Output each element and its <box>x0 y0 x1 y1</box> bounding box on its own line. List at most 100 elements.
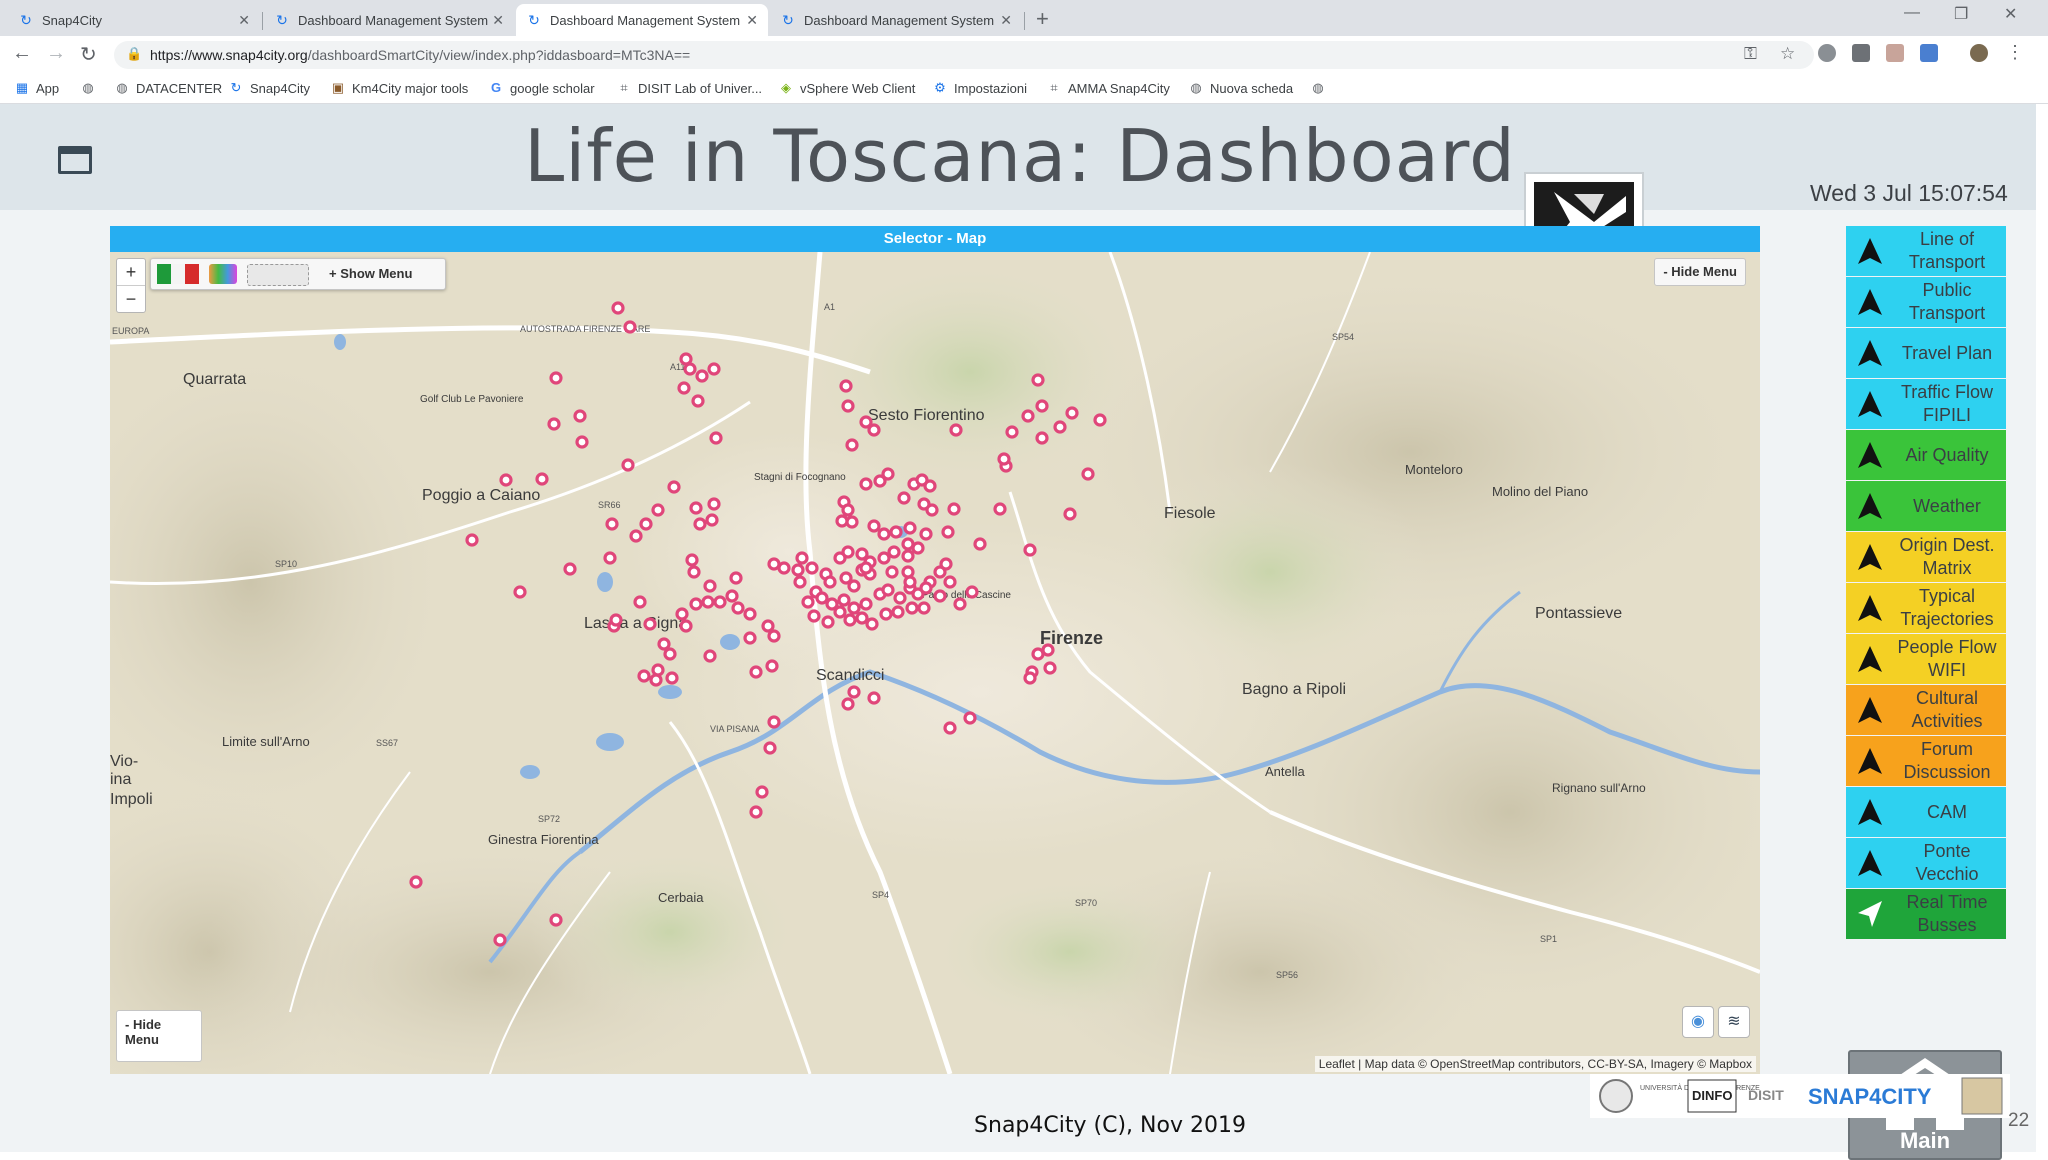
poi-marker[interactable] <box>499 473 513 487</box>
poi-marker[interactable] <box>877 527 891 541</box>
reload-icon[interactable]: ↻ <box>80 42 97 67</box>
bookmark-vsphere[interactable]: ◈ vSphere Web Client <box>778 80 915 96</box>
menu-toggle-icon[interactable] <box>58 146 92 174</box>
poi-marker[interactable] <box>881 583 895 597</box>
poi-marker[interactable] <box>885 565 899 579</box>
poi-marker[interactable] <box>887 545 901 559</box>
poi-marker[interactable] <box>903 521 917 535</box>
tab-snap4city[interactable]: ↻ Snap4City ✕ <box>8 4 260 36</box>
poi-marker[interactable] <box>409 875 423 889</box>
poi-marker[interactable] <box>1021 409 1035 423</box>
extension-g-icon[interactable] <box>1852 44 1870 62</box>
poi-marker[interactable] <box>993 502 1007 516</box>
poi-marker[interactable] <box>703 579 717 593</box>
italian-flag-icon[interactable] <box>157 264 199 284</box>
poi-marker[interactable] <box>911 541 925 555</box>
bookmark-globe-2[interactable]: ◍ <box>1310 80 1332 96</box>
poi-marker[interactable] <box>997 452 1011 466</box>
poi-marker[interactable] <box>703 649 717 663</box>
new-tab-button[interactable]: + <box>1036 6 1049 32</box>
poi-marker[interactable] <box>841 503 855 517</box>
hide-menu-left-button[interactable]: - Hide Menu <box>116 1010 202 1062</box>
poi-marker[interactable] <box>1005 425 1019 439</box>
poi-marker[interactable] <box>651 503 665 517</box>
poi-marker[interactable] <box>621 458 635 472</box>
poi-marker[interactable] <box>917 601 931 615</box>
poi-marker[interactable] <box>547 417 561 431</box>
poi-marker[interactable] <box>1065 406 1079 420</box>
poi-marker[interactable] <box>867 423 881 437</box>
tab-close-icon[interactable]: ✕ <box>492 12 504 29</box>
tab-close-icon[interactable]: ✕ <box>1000 12 1012 29</box>
poi-marker[interactable] <box>465 533 479 547</box>
bookmark-nuova-scheda[interactable]: ◍ Nuova scheda <box>1188 80 1293 96</box>
locate-icon[interactable]: ◉ <box>1682 1006 1714 1038</box>
poi-marker[interactable] <box>651 663 665 677</box>
poi-marker[interactable] <box>1023 671 1037 685</box>
map-attribution[interactable]: Leaflet | Map data © OpenStreetMap contr… <box>1314 1056 1756 1072</box>
poi-marker[interactable] <box>603 551 617 565</box>
poi-marker[interactable] <box>665 671 679 685</box>
poi-marker[interactable] <box>933 589 947 603</box>
poi-marker[interactable] <box>821 615 835 629</box>
extension-shield-icon[interactable] <box>1920 44 1938 62</box>
poi-marker[interactable] <box>953 597 967 611</box>
poi-marker[interactable] <box>767 715 781 729</box>
poi-marker[interactable] <box>731 601 745 615</box>
poi-marker[interactable] <box>1023 543 1037 557</box>
address-bar[interactable]: 🔒 https://www.snap4city.org/dashboardSma… <box>114 41 1814 69</box>
poi-marker[interactable] <box>881 467 895 481</box>
poi-marker[interactable] <box>609 613 623 627</box>
bookmark-apps[interactable]: ▦ App <box>14 80 59 96</box>
extension-pdf-icon[interactable] <box>1886 44 1904 62</box>
poi-marker[interactable] <box>845 438 859 452</box>
poi-marker[interactable] <box>847 579 861 593</box>
map-tiles[interactable]: A1 A11 SR66 SP10 SS67 SP72 SP4 SP70 SP54… <box>110 252 1760 1074</box>
poi-marker[interactable] <box>729 571 743 585</box>
poi-marker[interactable] <box>749 665 763 679</box>
poi-marker[interactable] <box>1041 643 1055 657</box>
poi-marker[interactable] <box>693 517 707 531</box>
poi-marker[interactable] <box>1035 431 1049 445</box>
poi-marker[interactable] <box>1081 467 1095 481</box>
bookmark-datacenter[interactable]: ◍ DATACENTER <box>114 80 222 96</box>
poi-marker[interactable] <box>949 423 963 437</box>
show-menu-button[interactable]: + Show Menu <box>329 266 412 281</box>
poi-marker[interactable] <box>767 629 781 643</box>
poi-marker[interactable] <box>623 320 637 334</box>
poi-marker[interactable] <box>761 619 775 633</box>
poi-marker[interactable] <box>973 537 987 551</box>
menu-typical-trajectories[interactable]: Typical Trajectories <box>1846 583 2006 633</box>
menu-traffic-flow-fipili[interactable]: Traffic Flow FIPILI <box>1846 379 2006 429</box>
bookmark-amma[interactable]: ⌗ AMMA Snap4City <box>1046 80 1170 96</box>
zoom-out-button[interactable]: − <box>117 286 145 312</box>
poi-marker[interactable] <box>859 477 873 491</box>
poi-marker[interactable] <box>859 597 873 611</box>
poi-marker[interactable] <box>705 513 719 527</box>
poi-marker[interactable] <box>605 517 619 531</box>
bookmark-star-icon[interactable]: ☆ <box>1780 44 1795 64</box>
poi-marker[interactable] <box>947 502 961 516</box>
poi-marker[interactable] <box>791 563 805 577</box>
poi-marker[interactable] <box>689 597 703 611</box>
hide-menu-right-button[interactable]: - Hide Menu <box>1654 258 1746 286</box>
poi-marker[interactable] <box>943 575 957 589</box>
url-text[interactable]: https://www.snap4city.org/dashboardSmart… <box>150 47 690 63</box>
poi-marker[interactable] <box>637 669 651 683</box>
tab-close-icon[interactable]: ✕ <box>238 12 250 29</box>
poi-marker[interactable] <box>1043 661 1057 675</box>
menu-line-of-transport[interactable]: Line of Transport <box>1846 226 2006 276</box>
poi-marker[interactable] <box>513 585 527 599</box>
poi-marker[interactable] <box>563 562 577 576</box>
menu-public-transport[interactable]: Public Transport <box>1846 277 2006 327</box>
km4city-layer-icon[interactable] <box>209 264 237 284</box>
poi-marker[interactable] <box>649 673 663 687</box>
poi-marker[interactable] <box>749 805 763 819</box>
poi-marker[interactable] <box>893 591 907 605</box>
poi-marker[interactable] <box>701 595 715 609</box>
poi-marker[interactable] <box>919 527 933 541</box>
menu-weather[interactable]: Weather <box>1846 481 2006 531</box>
menu-travel-plan[interactable]: Travel Plan <box>1846 328 2006 378</box>
poi-marker[interactable] <box>575 435 589 449</box>
maximize-icon[interactable]: ❐ <box>1954 4 1968 24</box>
